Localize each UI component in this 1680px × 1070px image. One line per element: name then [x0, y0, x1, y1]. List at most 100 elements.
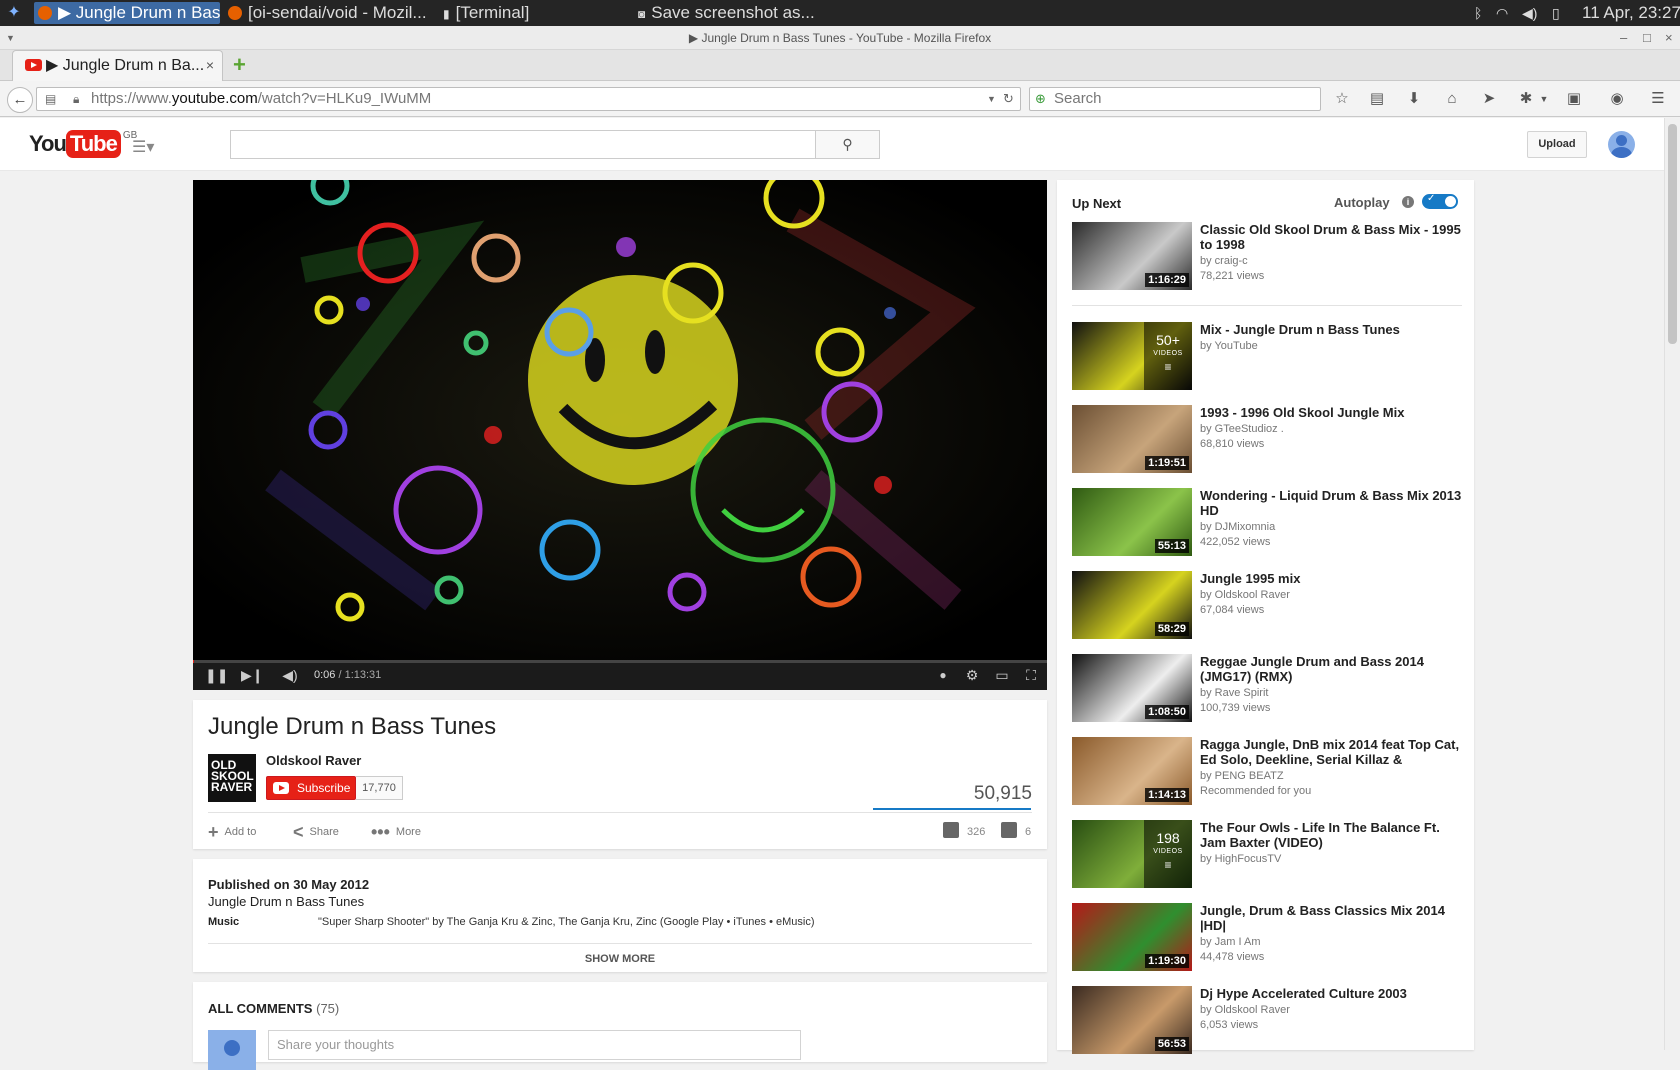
extension-icon[interactable]: ✱: [1516, 89, 1536, 109]
video-thumbnail[interactable]: 1:08:50: [1072, 654, 1192, 722]
video-title-link[interactable]: Jungle, Drum & Bass Classics Mix 2014 |H…: [1200, 903, 1462, 933]
next-icon[interactable]: ▶❙: [241, 665, 264, 685]
minimize-button[interactable]: –: [1620, 26, 1627, 50]
bluetooth-icon[interactable]: ᛒ: [1474, 2, 1488, 24]
channel-avatar[interactable]: OLD SKOOL RAVER: [208, 754, 256, 802]
channel-name-link[interactable]: Oldskool Raver: [266, 753, 361, 768]
video-channel[interactable]: by craig-c: [1200, 254, 1248, 268]
menu-hamburger-icon[interactable]: ☰: [1648, 89, 1668, 109]
send-icon[interactable]: ➤: [1479, 89, 1499, 109]
url-bar[interactable]: ▤ 🔒︎ https://www.youtube.com/watch?v=HLK…: [36, 87, 1021, 111]
video-thumbnail[interactable]: 1:16:29: [1072, 222, 1192, 290]
battery-icon[interactable]: ▯: [1552, 2, 1564, 24]
video-channel[interactable]: by PENG BEATZ: [1200, 769, 1284, 783]
video-channel[interactable]: by Oldskool Raver: [1200, 588, 1290, 602]
search-engine-icon[interactable]: ⊕: [1035, 88, 1046, 110]
video-title-link[interactable]: Wondering - Liquid Drum & Bass Mix 2013 …: [1200, 488, 1462, 518]
maximize-button[interactable]: □: [1643, 26, 1651, 50]
downloads-icon[interactable]: ⬇: [1404, 89, 1424, 109]
theater-mode-icon[interactable]: ▭: [991, 665, 1013, 685]
video-thumbnail[interactable]: 1:14:13: [1072, 737, 1192, 805]
annotations-icon[interactable]: ●: [933, 665, 953, 685]
youtube-search-button[interactable]: ⚲: [815, 130, 880, 159]
youtube-search-input[interactable]: [230, 130, 816, 159]
back-button[interactable]: ←: [7, 87, 33, 113]
video-title-link[interactable]: The Four Owls - Life In The Balance Ft. …: [1200, 820, 1462, 850]
video-thumbnail[interactable]: 55:13: [1072, 488, 1192, 556]
video-channel[interactable]: by DJMixomnia: [1200, 520, 1275, 534]
like-button[interactable]: 326: [943, 822, 985, 841]
taskbar-task-terminal[interactable]: ▮ [Terminal]: [443, 2, 563, 24]
settings-gear-icon[interactable]: ⚙: [962, 665, 982, 685]
more-button[interactable]: ••• More: [371, 823, 421, 841]
wifi-icon[interactable]: ◠: [1496, 2, 1516, 24]
show-more-button[interactable]: SHOW MORE: [193, 953, 1047, 965]
home-icon[interactable]: ⌂: [1442, 89, 1462, 109]
volume-icon[interactable]: ◀): [1522, 2, 1542, 24]
comment-input[interactable]: Share your thoughts: [268, 1030, 801, 1060]
video-channel[interactable]: by GTeeStudioz .: [1200, 422, 1284, 436]
video-title-link[interactable]: Classic Old Skool Drum & Bass Mix - 1995…: [1200, 222, 1462, 252]
taskbar-task-firefox-void[interactable]: [oi-sendai/void - Mozil...: [228, 2, 428, 24]
up-next-video-item[interactable]: 1:08:50 Reggae Jungle Drum and Bass 2014 …: [1072, 654, 1462, 724]
up-next-video-item[interactable]: 1:19:51 1993 - 1996 Old Skool Jungle Mix b…: [1072, 405, 1462, 475]
share-button[interactable]: < Share: [293, 823, 339, 841]
subscribe-button[interactable]: Subscribe: [266, 776, 356, 800]
progress-bar[interactable]: [193, 660, 1047, 663]
video-channel[interactable]: by Oldskool Raver: [1200, 1003, 1290, 1017]
extension-dropdown-icon[interactable]: ▼: [1534, 89, 1554, 109]
add-to-button[interactable]: + Add to: [208, 823, 256, 841]
fullscreen-icon[interactable]: ⛶: [1021, 665, 1041, 685]
up-next-video-item[interactable]: 55:13 Wondering - Liquid Drum & Bass Mix …: [1072, 488, 1462, 558]
volume-icon[interactable]: ◀): [279, 665, 301, 685]
video-title-link[interactable]: 1993 - 1996 Old Skool Jungle Mix: [1200, 405, 1462, 420]
reading-list-icon[interactable]: ▤: [1367, 89, 1387, 109]
video-title-link[interactable]: Mix - Jungle Drum n Bass Tunes: [1200, 322, 1462, 337]
new-tab-button[interactable]: +: [233, 53, 246, 77]
reload-icon[interactable]: ↻: [1003, 88, 1014, 110]
tab-close-icon[interactable]: ×: [206, 51, 214, 80]
video-channel[interactable]: by Jam I Am: [1200, 935, 1261, 949]
up-next-video-item[interactable]: 50+ VIDEOS ≡ Mix - Jungle Drum n Bass Tunes…: [1072, 322, 1462, 392]
browser-tab-youtube[interactable]: ▶ Jungle Drum n Ba... ×: [12, 50, 223, 81]
up-next-video-item[interactable]: 56:53 Dj Hype Accelerated Culture 2003 by …: [1072, 986, 1462, 1056]
video-channel[interactable]: by HighFocusTV: [1200, 852, 1281, 866]
upload-button[interactable]: Upload: [1527, 131, 1587, 158]
page-info-icon[interactable]: ▤: [45, 88, 56, 110]
video-thumbnail[interactable]: 56:53: [1072, 986, 1192, 1054]
up-next-video-item[interactable]: 58:29 Jungle 1995 mix by Oldskool Raver 67,…: [1072, 571, 1462, 641]
video-thumbnail[interactable]: 1:19:51: [1072, 405, 1192, 473]
up-next-video-item[interactable]: 198 VIDEOS ≡ The Four Owls - Life In The Ba…: [1072, 820, 1462, 890]
autoplay-toggle[interactable]: ✓: [1422, 193, 1458, 209]
window-menu-icon[interactable]: ▼: [6, 26, 15, 50]
clock[interactable]: 11 Apr, 23:27: [1582, 2, 1680, 24]
video-channel[interactable]: by YouTube: [1200, 339, 1258, 353]
bookmark-star-icon[interactable]: ☆: [1332, 89, 1352, 109]
page-scrollbar[interactable]: [1664, 118, 1680, 1050]
video-title-link[interactable]: Ragga Jungle, DnB mix 2014 feat Top Cat,…: [1200, 737, 1462, 767]
video-thumbnail[interactable]: 58:29: [1072, 571, 1192, 639]
up-next-video-item[interactable]: 1:19:30 Jungle, Drum & Bass Classics Mix …: [1072, 903, 1462, 973]
chat-icon[interactable]: ◉: [1607, 89, 1627, 109]
search-bar[interactable]: ⊕ Search: [1029, 87, 1321, 111]
video-title-link[interactable]: Reggae Jungle Drum and Bass 2014 (JMG17)…: [1200, 654, 1462, 684]
video-thumbnail[interactable]: 198 VIDEOS ≡: [1072, 820, 1192, 888]
taskbar-task-firefox-youtube[interactable]: ▶ Jungle Drum n Bass...: [34, 2, 220, 24]
guide-menu-icon[interactable]: ☰▾: [132, 137, 154, 157]
video-thumbnail[interactable]: 50+ VIDEOS ≡: [1072, 322, 1192, 390]
url-dropdown-icon[interactable]: ▼: [987, 88, 996, 110]
up-next-video-item[interactable]: 1:16:29 Classic Old Skool Drum & Bass Mix…: [1072, 222, 1462, 292]
up-next-video-item[interactable]: 1:14:13 Ragga Jungle, DnB mix 2014 feat T…: [1072, 737, 1462, 807]
video-title-link[interactable]: Jungle 1995 mix: [1200, 571, 1462, 586]
dislike-button[interactable]: 6: [1001, 822, 1031, 841]
video-channel[interactable]: by Rave Spirit: [1200, 686, 1268, 700]
video-thumbnail[interactable]: 1:19:30: [1072, 903, 1192, 971]
scrollbar-thumb[interactable]: [1668, 124, 1677, 344]
close-window-button[interactable]: ×: [1665, 26, 1673, 50]
taskbar-task-save-screenshot[interactable]: ◙ Save screenshot as...: [638, 2, 838, 24]
account-avatar[interactable]: [1608, 131, 1635, 158]
puzzle-icon[interactable]: ▣: [1564, 89, 1584, 109]
video-title-link[interactable]: Dj Hype Accelerated Culture 2003: [1200, 986, 1462, 1001]
start-menu-icon[interactable]: ✦: [4, 2, 24, 24]
video-player[interactable]: ❚❚ ▶❙ ◀) 0:06 / 1:13:31 ● ⚙ ▭ ⛶: [193, 180, 1047, 690]
